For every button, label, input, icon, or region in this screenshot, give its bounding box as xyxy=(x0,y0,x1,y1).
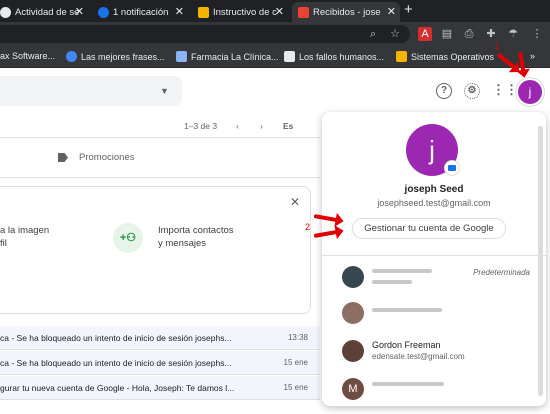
new-tab-button[interactable]: + xyxy=(404,1,413,18)
import-contacts-icon: +⚇ xyxy=(113,223,143,253)
browser-toolbar: ⌕ ☆ A ▤ ⎙ ✚ ☂ ⋮ xyxy=(0,22,550,46)
gmail-icon xyxy=(298,6,309,18)
annotation-label: 1 xyxy=(495,41,501,51)
address-bar[interactable]: ⌕ ☆ xyxy=(0,25,410,43)
help-icon[interactable]: ? xyxy=(436,83,452,99)
zoom-icon[interactable]: ⌕ xyxy=(366,27,380,41)
list-toolbar: 1–3 de 3 ‹ › Es xyxy=(0,114,320,138)
tab-notificacion[interactable]: 1 notificación ✕ xyxy=(92,2,188,22)
bookmark-item[interactable]: Sistemas Operativos xyxy=(396,51,494,62)
language-selector[interactable]: Es xyxy=(283,121,293,131)
google-icon xyxy=(0,6,11,18)
bookmark-item[interactable]: ax Software... xyxy=(0,51,55,61)
account-item[interactable] xyxy=(322,296,546,330)
mail-row[interactable]: ca - Se ha bloqueado un intento de inici… xyxy=(0,351,320,375)
menu-icon[interactable]: ⋮ xyxy=(530,27,544,41)
close-icon[interactable]: ✕ xyxy=(275,5,284,18)
account-email: josephseed.test@gmail.com xyxy=(377,198,491,208)
tag-icon xyxy=(58,153,68,162)
bookmark-icon xyxy=(284,51,295,62)
avatar: M xyxy=(342,378,364,400)
camera-icon[interactable] xyxy=(444,160,460,176)
close-icon[interactable]: ✕ xyxy=(175,5,184,18)
close-icon[interactable]: ✕ xyxy=(387,5,396,18)
bookmark-item[interactable]: Los fallos humanos... xyxy=(284,51,384,62)
avatar xyxy=(342,340,364,362)
folder-icon xyxy=(396,51,407,62)
account-item[interactable]: Gordon Freeman edensate.test@gmail.com xyxy=(322,334,546,368)
blurred-name xyxy=(372,308,442,312)
account-panel: j joseph Seed josephseed.test@gmail.com … xyxy=(322,112,546,406)
star-icon[interactable]: ☆ xyxy=(388,27,402,41)
annotation-label: 2 xyxy=(305,222,311,232)
blurred-name xyxy=(372,382,444,386)
onboarding-card: ✕ xyxy=(0,186,311,314)
panel-scrollbar[interactable] xyxy=(538,126,543,396)
bookmark-icon xyxy=(176,51,187,62)
puzzle-icon[interactable]: ✚ xyxy=(484,27,498,41)
avatar xyxy=(342,266,364,288)
mail-row[interactable]: gurar tu nueva cuenta de Google - Hola, … xyxy=(0,376,320,400)
blurred-name xyxy=(372,269,432,273)
close-icon[interactable]: ✕ xyxy=(75,5,84,18)
settings-icon[interactable]: ⚙ xyxy=(464,83,480,99)
prev-page-icon[interactable]: ‹ xyxy=(236,121,239,131)
next-page-icon[interactable]: › xyxy=(260,121,263,131)
tab-recibidos[interactable]: Recibidos - jose ✕ xyxy=(292,2,400,22)
account-name: joseph Seed xyxy=(404,184,464,195)
search-options-icon[interactable]: ▼ xyxy=(160,86,169,96)
blurred-email xyxy=(372,280,412,284)
apps-icon[interactable]: ⋮⋮ xyxy=(492,83,518,99)
account-avatar-button[interactable]: j xyxy=(518,80,542,104)
category-tabs: Promociones xyxy=(0,138,320,178)
more-bookmarks-icon[interactable]: » xyxy=(530,51,535,61)
bookmark-item[interactable]: Las mejores frases... xyxy=(66,51,165,62)
card-photo-text: a la imagen fil xyxy=(0,225,50,249)
chat-icon xyxy=(98,6,109,18)
pagination-label: 1–3 de 3 xyxy=(184,121,218,131)
account-item[interactable]: Predeterminada xyxy=(322,260,546,294)
printer-icon[interactable]: ⎙ xyxy=(462,27,476,41)
divider xyxy=(322,255,546,256)
mail-row[interactable]: ca - Se ha bloqueado un intento de inici… xyxy=(0,326,320,350)
tab-strip: Actividad de se ✕ 1 notificación ✕ Instr… xyxy=(0,0,550,22)
close-icon[interactable]: ✕ xyxy=(290,195,300,209)
manage-account-button[interactable]: Gestionar tu cuenta de Google xyxy=(352,218,506,239)
tab-actividad[interactable]: Actividad de se ✕ xyxy=(0,2,88,22)
account-item[interactable]: M xyxy=(322,372,546,406)
bookmark-icon xyxy=(66,51,77,62)
extension-icon[interactable]: ▤ xyxy=(440,27,454,41)
search-input[interactable] xyxy=(0,76,182,106)
card-import-text[interactable]: Importa contactos y mensajes xyxy=(158,224,234,250)
tab-instructivo[interactable]: Instructivo de c ✕ xyxy=(192,2,288,22)
bookmarks-bar: ax Software... Las mejores frases... Far… xyxy=(0,46,550,68)
slides-icon xyxy=(198,6,209,18)
pdf-extension-icon[interactable]: A xyxy=(418,27,432,41)
tab-promociones[interactable]: Promociones xyxy=(79,152,134,163)
avatar xyxy=(342,302,364,324)
bookmark-item[interactable]: Farmacia La Clínica... xyxy=(176,51,279,62)
profile-icon[interactable]: ☂ xyxy=(506,27,520,41)
gmail-header: ▼ ? ⚙ ⋮⋮ xyxy=(0,68,550,114)
